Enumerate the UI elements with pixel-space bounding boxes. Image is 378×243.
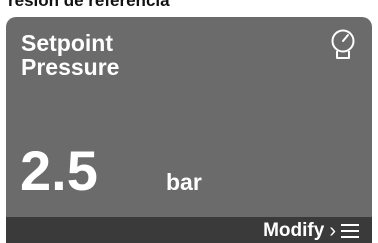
modify-button[interactable]: Modify › bbox=[263, 220, 359, 242]
hamburger-menu-icon bbox=[341, 224, 359, 238]
page-caption: resión de referencia bbox=[8, 0, 170, 10]
card-footer: Modify › bbox=[6, 217, 372, 243]
chevron-right-icon: › bbox=[329, 220, 336, 242]
card-title: Setpoint Pressure bbox=[21, 31, 119, 79]
card-title-line2: Pressure bbox=[21, 54, 120, 80]
pressure-unit: bar bbox=[166, 169, 202, 195]
setpoint-pressure-card: Setpoint Pressure 2.5 bar Modify › bbox=[6, 17, 372, 243]
modify-label: Modify bbox=[263, 220, 325, 241]
card-title-line1: Setpoint bbox=[21, 30, 113, 56]
gauge-icon bbox=[331, 29, 355, 59]
pressure-value: 2.5 bbox=[20, 139, 98, 202]
